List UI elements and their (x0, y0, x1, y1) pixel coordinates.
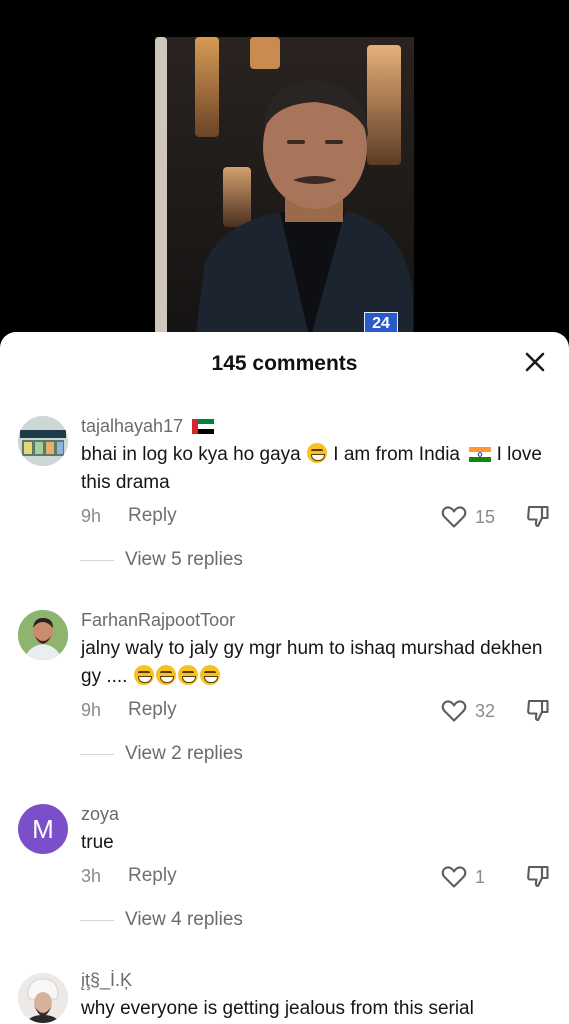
comment-text-part: I am from India (333, 444, 460, 465)
divider-line (80, 919, 114, 921)
like-button[interactable]: 1 (441, 864, 485, 890)
like-count: 1 (475, 866, 486, 887)
like-button[interactable]: 15 (441, 504, 495, 530)
close-icon[interactable] (523, 350, 547, 374)
heart-icon (441, 506, 467, 528)
divider-line (80, 559, 114, 561)
comment-text: jalny waly to jaly gy mgr hum to ishaq m… (81, 635, 551, 691)
comment-actions: 9h Reply 32 (81, 698, 551, 724)
comment-username[interactable]: FarhanRajpootToor (81, 610, 235, 631)
dislike-icon[interactable] (525, 864, 551, 890)
comment-text: why everyone is getting jealous from thi… (81, 995, 551, 1023)
like-count: 15 (475, 506, 496, 527)
like-count: 32 (475, 700, 496, 721)
presenter-figure (195, 80, 413, 340)
video-frame: 24 (155, 37, 414, 340)
reply-button[interactable]: Reply (128, 699, 177, 721)
comment-username[interactable]: tajalhayah17 (81, 416, 215, 437)
avatar[interactable] (18, 416, 68, 466)
comment-text-part: true (81, 832, 114, 853)
username-text[interactable]: tajalhayah17 (81, 416, 183, 436)
avatar[interactable] (18, 610, 68, 660)
comment-timestamp: 9h (81, 700, 102, 720)
user-photo-avatar (18, 610, 68, 660)
avatar[interactable] (18, 973, 68, 1023)
divider-line (80, 753, 114, 755)
comment-text-part: bhai in log ko kya ho gaya (81, 444, 301, 465)
comments-sheet: 145 comments tajalhayah17 bhai in log ko… (0, 332, 569, 1024)
avatar[interactable]: M (18, 804, 68, 854)
comment-actions: 3h Reply 1 (81, 864, 551, 890)
dislike-icon[interactable] (525, 504, 551, 530)
avatar-letter: M (32, 813, 54, 844)
comment-text: true (81, 829, 551, 857)
view-replies-button[interactable]: View 4 replies (80, 908, 243, 932)
comment-timestamp: 3h (81, 866, 102, 886)
heart-icon (441, 700, 467, 722)
storefront-avatar-image (18, 416, 68, 466)
comment-timestamp: 9h (81, 506, 102, 526)
comment-text-part: why everyone is getting jealous from thi… (81, 998, 474, 1019)
comments-header: 145 comments (0, 332, 569, 394)
heart-icon (441, 866, 467, 888)
username-text[interactable]: įţ§_İ.Ķ (81, 970, 132, 990)
dislike-icon[interactable] (525, 698, 551, 724)
comments-count-title: 145 comments (211, 352, 358, 375)
comment-username[interactable]: zoya (81, 804, 119, 825)
reply-button[interactable]: Reply (128, 865, 177, 887)
comment-text: bhai in log ko kya ho gaya I am from Ind… (81, 441, 551, 497)
grinning-emoji-icon (307, 443, 327, 463)
video-player[interactable]: 24 (0, 0, 569, 340)
username-text[interactable]: zoya (81, 804, 119, 824)
laughing-emoji-icon (133, 665, 154, 685)
view-replies-label: View 5 replies (125, 549, 243, 570)
like-button[interactable]: 32 (441, 698, 495, 724)
grinning-emoji-icon (155, 665, 176, 685)
username-text[interactable]: FarhanRajpootToor (81, 610, 235, 630)
india-flag-icon (469, 447, 492, 462)
uae-flag-icon (192, 419, 215, 434)
comment-actions: 9h Reply 15 (81, 504, 551, 530)
user-photo-avatar (18, 973, 68, 1023)
view-replies-button[interactable]: View 5 replies (80, 548, 243, 572)
view-replies-button[interactable]: View 2 replies (80, 742, 243, 766)
reply-button[interactable]: Reply (128, 505, 177, 527)
comment-username[interactable]: įţ§_İ.Ķ (81, 970, 132, 991)
laughing-emoji-icon (177, 665, 198, 685)
laughing-emoji-icon (199, 665, 220, 685)
background-panel (155, 37, 167, 340)
view-replies-label: View 2 replies (125, 743, 243, 764)
view-replies-label: View 4 replies (125, 909, 243, 930)
